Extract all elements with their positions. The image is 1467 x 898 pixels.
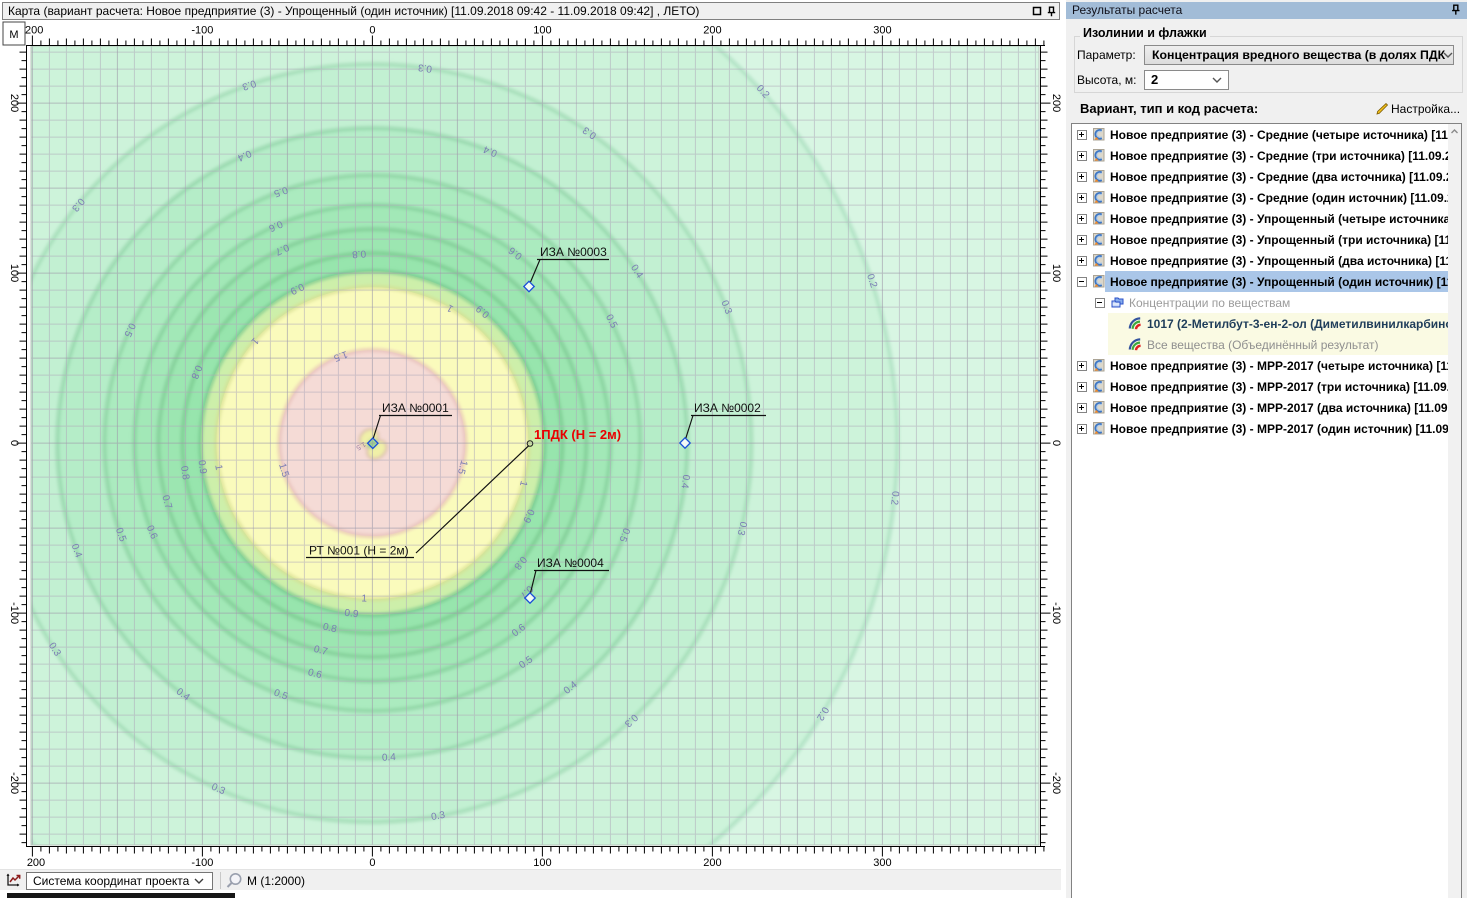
svg-text:200: 200: [8, 94, 20, 112]
svg-text:200: 200: [1050, 94, 1061, 112]
svg-text:М: М: [9, 29, 18, 41]
svg-text:100: 100: [8, 264, 20, 282]
svg-text:Новое предприятие (3) - Средни: Новое предприятие (3) - Средние (два ист…: [1110, 170, 1449, 184]
svg-text:-100: -100: [191, 25, 213, 37]
svg-text:0.4: 0.4: [679, 474, 692, 490]
svg-text:-100: -100: [191, 857, 213, 869]
svg-text:Новое предприятие (3) - МРР-20: Новое предприятие (3) - МРР-2017 (четыре…: [1110, 359, 1449, 373]
svg-text:300: 300: [873, 857, 891, 869]
svg-text:0: 0: [369, 25, 375, 37]
svg-text:Новое предприятие (3) - Средни: Новое предприятие (3) - Средние (четыре …: [1110, 128, 1449, 142]
svg-text:200: 200: [703, 25, 721, 37]
svg-text:1: 1: [361, 593, 368, 604]
svg-text:Новое предприятие (3) - Упроще: Новое предприятие (3) - Упрощенный (три …: [1110, 233, 1449, 247]
svg-text:0: 0: [8, 440, 20, 446]
svg-text:-200: -200: [1050, 772, 1061, 794]
svg-text:0.8: 0.8: [178, 465, 191, 481]
svg-text:0.2: 0.2: [888, 490, 900, 505]
svg-text:100: 100: [533, 25, 551, 37]
svg-text:200: 200: [27, 857, 45, 869]
svg-text:-100: -100: [1050, 602, 1061, 624]
svg-text:Концентрации по веществам: Концентрации по веществам: [1129, 296, 1290, 310]
svg-text:0.9: 0.9: [344, 608, 360, 621]
svg-text:ИЗА №0002: ИЗА №0002: [694, 401, 761, 415]
svg-text:300: 300: [873, 25, 891, 37]
svg-text:0: 0: [369, 857, 375, 869]
svg-text:Новое предприятие (3) - МРР-20: Новое предприятие (3) - МРР-2017 (один и…: [1110, 422, 1449, 436]
svg-text:100: 100: [533, 857, 551, 869]
svg-text:0.8: 0.8: [351, 247, 366, 259]
svg-text:Новое предприятие (3) - Упроще: Новое предприятие (3) - Упрощенный (один…: [1110, 275, 1449, 289]
svg-text:0.4: 0.4: [382, 752, 397, 764]
svg-text:Новое предприятие (3) - МРР-2: Новое предприятие (3) - МРР-2017 (два ис…: [1110, 401, 1449, 415]
svg-text:100: 100: [1050, 264, 1061, 282]
svg-text:Новое предприятие (3) - МРР-20: Новое предприятие (3) - МРР-2017 (три ис…: [1110, 380, 1449, 394]
svg-text:Новое предприятие (3) - Упроще: Новое предприятие (3) - Упрощенный (четы…: [1110, 212, 1449, 226]
svg-text:ИЗА №0001: ИЗА №0001: [382, 401, 449, 415]
svg-text:ИЗА №0003: ИЗА №0003: [540, 245, 607, 259]
svg-text:-200: -200: [8, 772, 20, 794]
svg-text:-100: -100: [8, 602, 20, 624]
svg-text:0.9: 0.9: [196, 459, 209, 475]
svg-text:Новое предприятие (3) - Средни: Новое предприятие (3) - Средние (три ист…: [1110, 149, 1449, 163]
svg-text:ИЗА №0004: ИЗА №0004: [537, 556, 604, 570]
svg-text:Все вещества (Объединённый рез: Все вещества (Объединённый результат): [1147, 338, 1379, 352]
svg-text:1017 (2-Метилбут-3-ен-2-ол (Ди: 1017 (2-Метилбут-3-ен-2-ол (Диметилвинил…: [1147, 317, 1449, 331]
svg-text:0: 0: [1050, 440, 1061, 446]
svg-text:1ПДК (Н = 2м): 1ПДК (Н = 2м): [534, 427, 621, 442]
svg-text:Новое предприятие (3) - Упроще: Новое предприятие (3) - Упрощенный (два …: [1110, 254, 1449, 268]
svg-text:Новое предприятие (3) - Средни: Новое предприятие (3) - Средние (один ис…: [1110, 191, 1449, 205]
svg-text:РТ №001 (Н = 2м): РТ №001 (Н = 2м): [309, 544, 409, 558]
svg-text:0.3: 0.3: [417, 61, 433, 74]
svg-text:200: 200: [703, 857, 721, 869]
